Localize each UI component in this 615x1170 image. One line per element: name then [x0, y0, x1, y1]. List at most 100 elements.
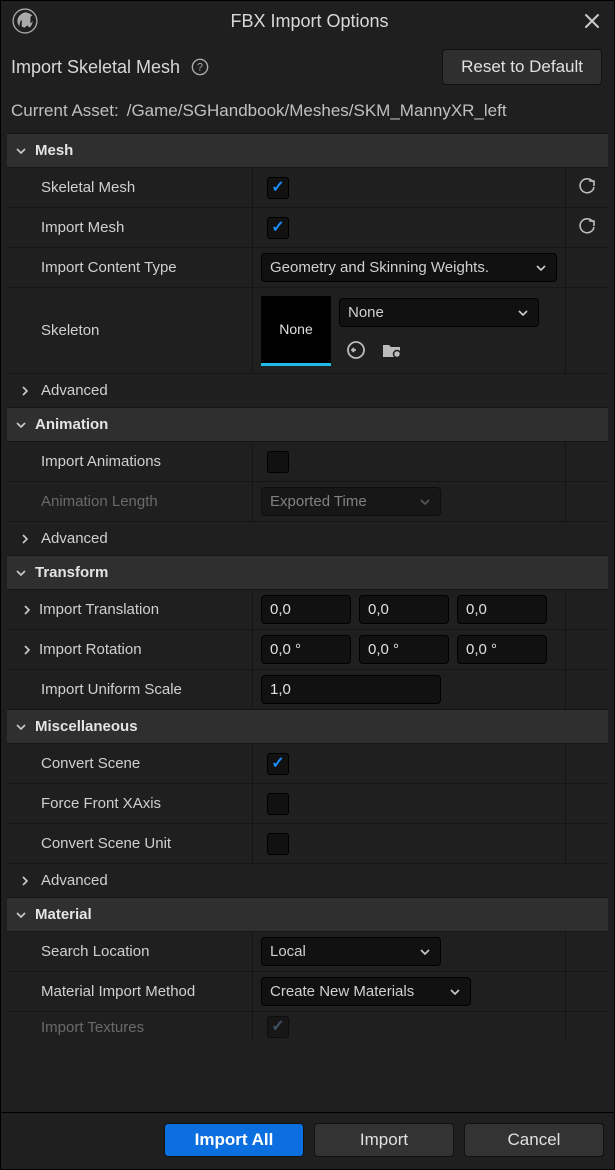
chevron-down-icon	[15, 145, 27, 157]
dropdown-skeleton[interactable]: None	[339, 298, 539, 327]
checkbox-import-mesh[interactable]: ✓	[267, 217, 289, 239]
input-rotation-y[interactable]: 0,0 °	[359, 635, 449, 664]
label-skeleton: Skeleton	[41, 322, 99, 339]
checkbox-import-animations[interactable]	[267, 451, 289, 473]
chevron-down-icon	[418, 495, 432, 509]
category-transform[interactable]: Transform	[7, 555, 608, 589]
advanced-mesh-label: Advanced	[41, 382, 108, 399]
category-miscellaneous-label: Miscellaneous	[35, 718, 138, 735]
label-animation-length: Animation Length	[41, 493, 158, 510]
label-force-front-xaxis: Force Front XAxis	[41, 795, 161, 812]
label-import-animations: Import Animations	[41, 453, 161, 470]
current-asset-row: Current Asset: /Game/SGHandbook/Meshes/S…	[1, 95, 614, 131]
input-translation-x[interactable]: 0,0	[261, 595, 351, 624]
titlebar: FBX Import Options	[1, 1, 614, 43]
checkbox-import-textures: ✓	[267, 1016, 289, 1038]
dropdown-material-import-method-value: Create New Materials	[270, 983, 442, 1000]
chevron-down-icon	[534, 261, 548, 275]
properties-scroll-area[interactable]: Mesh Skeletal Mesh ✓ Import Mesh ✓	[1, 131, 614, 1112]
chevron-right-icon	[19, 385, 31, 397]
row-import-content-type: Import Content Type Geometry and Skinnin…	[7, 247, 608, 287]
input-uniform-scale[interactable]: 1,0	[261, 675, 441, 704]
label-import-uniform-scale: Import Uniform Scale	[41, 681, 182, 698]
input-translation-y[interactable]: 0,0	[359, 595, 449, 624]
chevron-down-icon	[15, 419, 27, 431]
category-animation[interactable]: Animation	[7, 407, 608, 441]
label-convert-scene-unit: Convert Scene Unit	[41, 835, 171, 852]
label-skeletal-mesh: Skeletal Mesh	[41, 179, 135, 196]
browse-asset-icon[interactable]	[379, 337, 405, 363]
category-material-label: Material	[35, 906, 92, 923]
chevron-right-icon	[19, 875, 31, 887]
advanced-animation-label: Advanced	[41, 530, 108, 547]
row-import-rotation: Import Rotation 0,0 ° 0,0 ° 0,0 °	[7, 629, 608, 669]
import-button[interactable]: Import	[314, 1123, 454, 1157]
dropdown-search-location[interactable]: Local	[261, 937, 441, 966]
chevron-down-icon	[448, 985, 462, 999]
reset-to-default-button[interactable]: Reset to Default	[442, 49, 602, 85]
label-material-import-method: Material Import Method	[41, 983, 195, 1000]
chevron-down-icon	[418, 945, 432, 959]
fbx-import-dialog: FBX Import Options Import Skeletal Mesh …	[0, 0, 615, 1170]
close-button[interactable]	[580, 9, 604, 33]
svg-text:?: ?	[197, 62, 203, 74]
label-import-translation: Import Translation	[39, 601, 159, 618]
row-search-location: Search Location Local	[7, 931, 608, 971]
import-all-button[interactable]: Import All	[164, 1123, 304, 1157]
row-skeleton: Skeleton None None	[7, 287, 608, 373]
current-asset-label: Current Asset:	[11, 101, 119, 121]
chevron-down-icon	[15, 909, 27, 921]
checkbox-force-front-xaxis[interactable]	[267, 793, 289, 815]
category-mesh[interactable]: Mesh	[7, 133, 608, 167]
checkbox-convert-scene[interactable]: ✓	[267, 753, 289, 775]
dropdown-skeleton-value: None	[348, 304, 510, 321]
advanced-miscellaneous[interactable]: Advanced	[7, 863, 608, 897]
dropdown-animation-length: Exported Time	[261, 487, 441, 516]
input-rotation-x[interactable]: 0,0 °	[261, 635, 351, 664]
row-import-textures: Import Textures ✓	[7, 1011, 608, 1042]
row-import-translation: Import Translation 0,0 0,0 0,0	[7, 589, 608, 629]
unreal-logo-icon	[11, 7, 39, 35]
reset-property-icon[interactable]	[577, 176, 597, 199]
subtitle: Import Skeletal Mesh	[11, 57, 180, 78]
chevron-down-icon	[15, 721, 27, 733]
dropdown-animation-length-value: Exported Time	[270, 493, 412, 510]
category-transform-label: Transform	[35, 564, 108, 581]
label-convert-scene: Convert Scene	[41, 755, 140, 772]
label-import-content-type: Import Content Type	[41, 259, 177, 276]
row-import-animations: Import Animations	[7, 441, 608, 481]
skeleton-thumbnail[interactable]: None	[261, 296, 331, 366]
checkbox-convert-scene-unit[interactable]	[267, 833, 289, 855]
row-material-import-method: Material Import Method Create New Materi…	[7, 971, 608, 1011]
chevron-right-icon[interactable]	[21, 604, 33, 616]
label-search-location: Search Location	[41, 943, 149, 960]
advanced-animation[interactable]: Advanced	[7, 521, 608, 555]
advanced-miscellaneous-label: Advanced	[41, 872, 108, 889]
row-skeletal-mesh: Skeletal Mesh ✓	[7, 167, 608, 207]
input-translation-z[interactable]: 0,0	[457, 595, 547, 624]
row-import-mesh: Import Mesh ✓	[7, 207, 608, 247]
chevron-right-icon[interactable]	[21, 644, 33, 656]
checkbox-skeletal-mesh[interactable]: ✓	[267, 177, 289, 199]
chevron-down-icon	[15, 567, 27, 579]
dropdown-search-location-value: Local	[270, 943, 412, 960]
label-import-mesh: Import Mesh	[41, 219, 124, 236]
current-asset-path: /Game/SGHandbook/Meshes/SKM_MannyXR_left	[127, 101, 507, 121]
cancel-button[interactable]: Cancel	[464, 1123, 604, 1157]
dropdown-material-import-method[interactable]: Create New Materials	[261, 977, 471, 1006]
use-selected-asset-icon[interactable]	[343, 337, 369, 363]
category-mesh-label: Mesh	[35, 142, 73, 159]
subheader: Import Skeletal Mesh ? Reset to Default	[1, 43, 614, 95]
advanced-mesh[interactable]: Advanced	[7, 373, 608, 407]
label-import-textures: Import Textures	[41, 1019, 144, 1036]
category-animation-label: Animation	[35, 416, 108, 433]
dialog-footer: Import All Import Cancel	[1, 1112, 614, 1169]
input-rotation-z[interactable]: 0,0 °	[457, 635, 547, 664]
dropdown-import-content-type[interactable]: Geometry and Skinning Weights.	[261, 253, 557, 282]
category-material[interactable]: Material	[7, 897, 608, 931]
category-miscellaneous[interactable]: Miscellaneous	[7, 709, 608, 743]
help-icon[interactable]: ?	[190, 57, 210, 77]
chevron-down-icon	[516, 306, 530, 320]
reset-property-icon[interactable]	[577, 216, 597, 239]
chevron-right-icon	[19, 533, 31, 545]
